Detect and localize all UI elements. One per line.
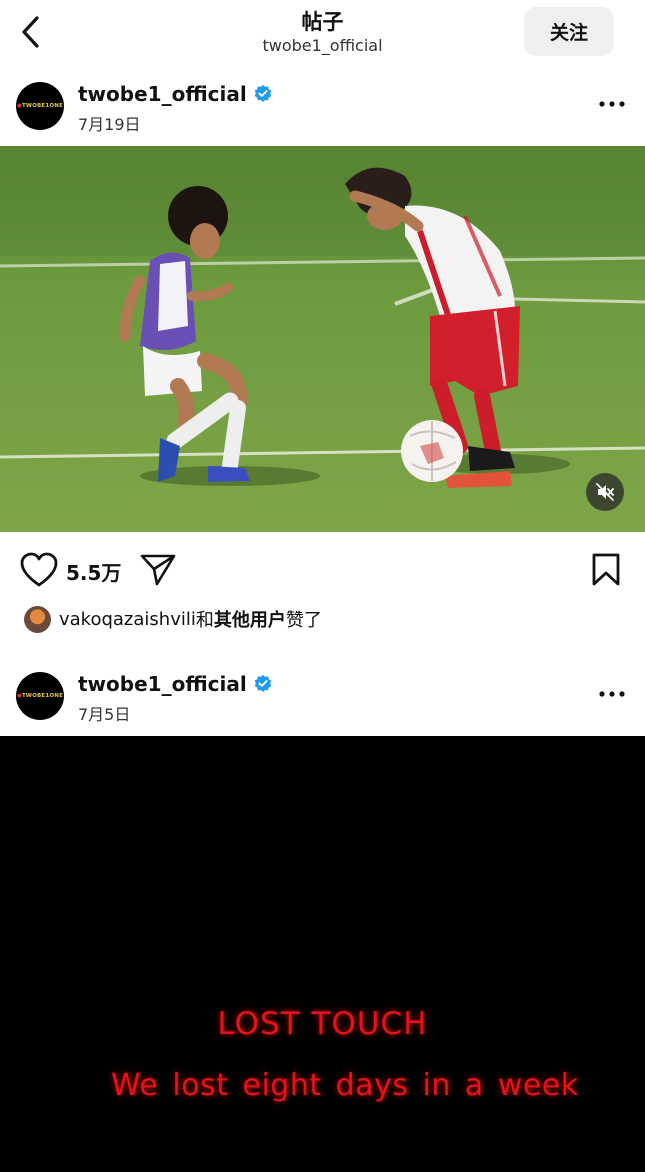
- verified-icon: [254, 674, 272, 692]
- avatar[interactable]: ●TWOBE1ONE: [16, 672, 64, 720]
- follow-button[interactable]: 关注: [524, 7, 614, 56]
- post-username[interactable]: twobe1_official: [78, 672, 273, 696]
- post-date: 7月19日: [78, 115, 141, 134]
- avatar[interactable]: ●TWOBE1ONE: [16, 82, 64, 130]
- video-caption-text: We lost eight days in a week: [111, 1068, 579, 1103]
- video-title-text: LOST TOUCH: [217, 1006, 428, 1042]
- post-photo[interactable]: [0, 146, 645, 532]
- soccer-kids-photo: [0, 146, 645, 532]
- avatar-logo: ●TWOBE1ONE: [16, 103, 64, 109]
- post-header: ●TWOBE1ONE twobe1_official 7月5日: [0, 660, 645, 730]
- more-dots-icon: [599, 691, 625, 697]
- username-text: twobe1_official: [78, 672, 247, 696]
- username-text: twobe1_official: [78, 82, 247, 106]
- mute-icon: [596, 483, 614, 501]
- post-date: 7月5日: [78, 705, 131, 724]
- liker-username[interactable]: vakoqazaishvili: [59, 609, 196, 630]
- post-actions: 5.5万: [0, 544, 645, 594]
- heart-icon: [20, 552, 58, 587]
- send-icon: [140, 554, 176, 586]
- share-button[interactable]: [140, 553, 176, 587]
- mute-button[interactable]: [586, 473, 624, 511]
- liker-suffix: 赞了: [285, 610, 322, 631]
- liker-others[interactable]: 其他用户: [214, 606, 286, 632]
- like-button[interactable]: [20, 552, 58, 588]
- like-count[interactable]: 5.5万: [66, 557, 121, 586]
- post-header: ●TWOBE1ONE twobe1_official 7月19日: [0, 70, 645, 140]
- more-options-button[interactable]: [597, 682, 627, 706]
- liker-avatar[interactable]: [24, 605, 51, 633]
- bookmark-icon: [592, 553, 620, 586]
- more-dots-icon: [599, 101, 625, 107]
- liked-by-row[interactable]: vakoqazaishvili 和 其他用户 赞了: [24, 605, 322, 633]
- liker-connector: 和: [195, 610, 214, 631]
- avatar-logo: ●TWOBE1ONE: [16, 693, 64, 699]
- post-username[interactable]: twobe1_official: [78, 82, 273, 106]
- bookmark-button[interactable]: [590, 553, 622, 587]
- verified-icon: [254, 84, 272, 102]
- post-video[interactable]: LOST TOUCH We lost eight days in a week: [0, 736, 645, 1172]
- soccer-ball: [401, 420, 463, 482]
- more-options-button[interactable]: [597, 92, 627, 116]
- top-nav: 帖子 twobe1_official 关注: [0, 0, 645, 68]
